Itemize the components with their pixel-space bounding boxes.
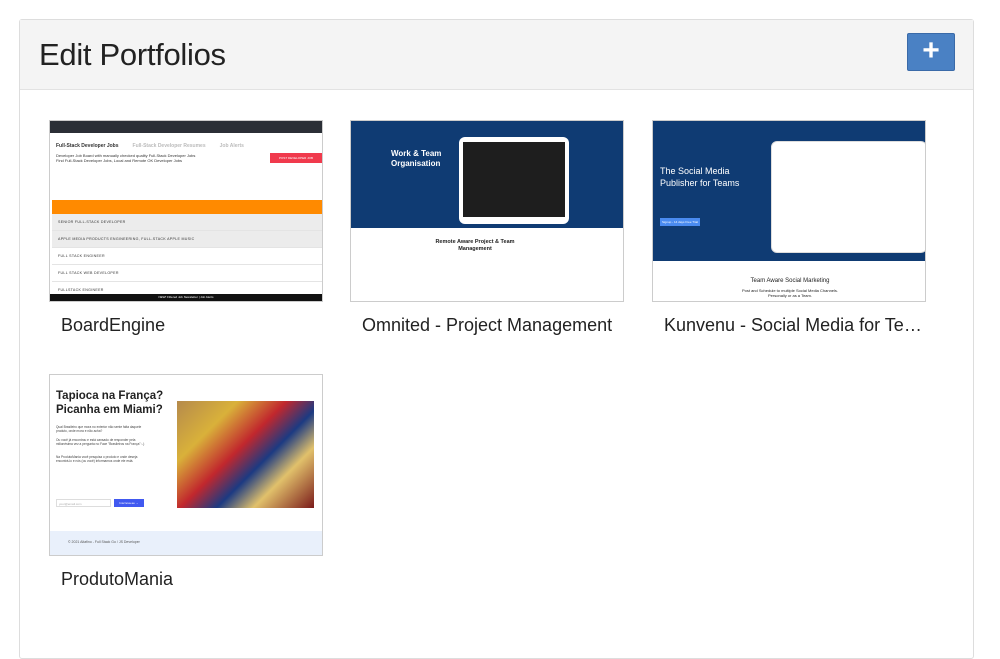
preview-footer: NEW! Filtered Job Newsletter | Job Alert… <box>50 294 322 301</box>
add-portfolio-button[interactable]: + <box>907 33 955 71</box>
portfolio-thumbnail[interactable]: Full-Stack Developer Jobs Full-Stack Dev… <box>49 120 323 302</box>
preview-row: FULL STACK ENGINEER <box>52 248 322 265</box>
portfolio-card[interactable]: The Social Media Publisher for Teams Sig… <box>652 120 929 336</box>
preview-footer: © 2021 Altafino - Full Stack Go / JS Dev… <box>50 531 322 555</box>
preview-paragraph: Qual Brasileiro que mora no exterior não… <box>56 425 142 433</box>
portfolio-name[interactable]: ProdutoMania <box>61 569 326 590</box>
portfolio-thumbnail[interactable]: The Social Media Publisher for Teams Sig… <box>652 120 926 302</box>
portfolio-card[interactable]: Work & Team Organisation Remote Aware Pr… <box>350 120 624 336</box>
preview-headline: Work & Team Organisation <box>391 149 442 168</box>
preview-row: APPLE MEDIA PRODUCTS ENGINEERING, FULL-S… <box>52 231 322 248</box>
preview-section-title: Remote Aware Project & Team Management <box>435 239 515 252</box>
portfolio-thumbnail[interactable]: Work & Team Organisation Remote Aware Pr… <box>350 120 624 302</box>
preview-row: SENIOR FULL-STACK DEVELOPER <box>52 214 322 231</box>
preview-tab: Full-Stack Developer Jobs <box>56 143 119 149</box>
preview-section-title: Team Aware Social Marketing <box>750 278 830 284</box>
portfolio-name[interactable]: Kunvenu - Social Media for Teams <box>664 315 929 336</box>
preview-footer-text: © 2021 Altafino - Full Stack Go / JS Dev… <box>68 540 140 544</box>
portfolio-name[interactable]: Omnited - Project Management <box>362 315 627 336</box>
preview-app-screenshot <box>463 142 565 217</box>
portfolio-card[interactable]: Tapioca na França? Picanha em Miami? Qua… <box>49 374 323 590</box>
preview-app-screenshot <box>771 141 925 253</box>
preview-signup-button: Signup - 14 days Free Trial <box>660 218 700 226</box>
preview-row: FULL STACK WEB DEVELOPER <box>52 265 322 282</box>
preview-post-button: POST DEVELOPER JOB <box>270 153 322 163</box>
portfolio-name[interactable]: BoardEngine <box>61 315 326 336</box>
portfolio-card[interactable]: Full-Stack Developer Jobs Full-Stack Dev… <box>49 120 323 336</box>
preview-paragraph: Na ProdutoMania você pesquisa o produto … <box>56 455 138 463</box>
preview-tab: Job Alerts <box>219 143 244 149</box>
preview-paragraph: Ou você já encontrou e está cansado de r… <box>56 438 145 446</box>
portfolio-thumbnail[interactable]: Tapioca na França? Picanha em Miami? Qua… <box>49 374 323 556</box>
preview-headline: The Social Media Publisher for Teams <box>660 166 740 188</box>
preview-tab: Full-Stack Developer Resumes <box>132 143 206 149</box>
portfolios-panel: Edit Portfolios + Full-Stack Developer J… <box>19 19 974 659</box>
preview-nav <box>50 121 322 133</box>
page-title: Edit Portfolios <box>39 37 226 72</box>
preview-subscribe-button: Inscreva-se → <box>114 499 144 507</box>
preview-headline: Tapioca na França? Picanha em Miami? <box>56 390 164 416</box>
preview-section-sub: Post and Schedule to multiple Social Med… <box>741 288 839 298</box>
panel-header: Edit Portfolios + <box>20 20 973 90</box>
preview-email-input: your@email.com <box>56 499 111 507</box>
preview-table-header <box>52 200 322 214</box>
preview-products-photo <box>177 401 314 508</box>
